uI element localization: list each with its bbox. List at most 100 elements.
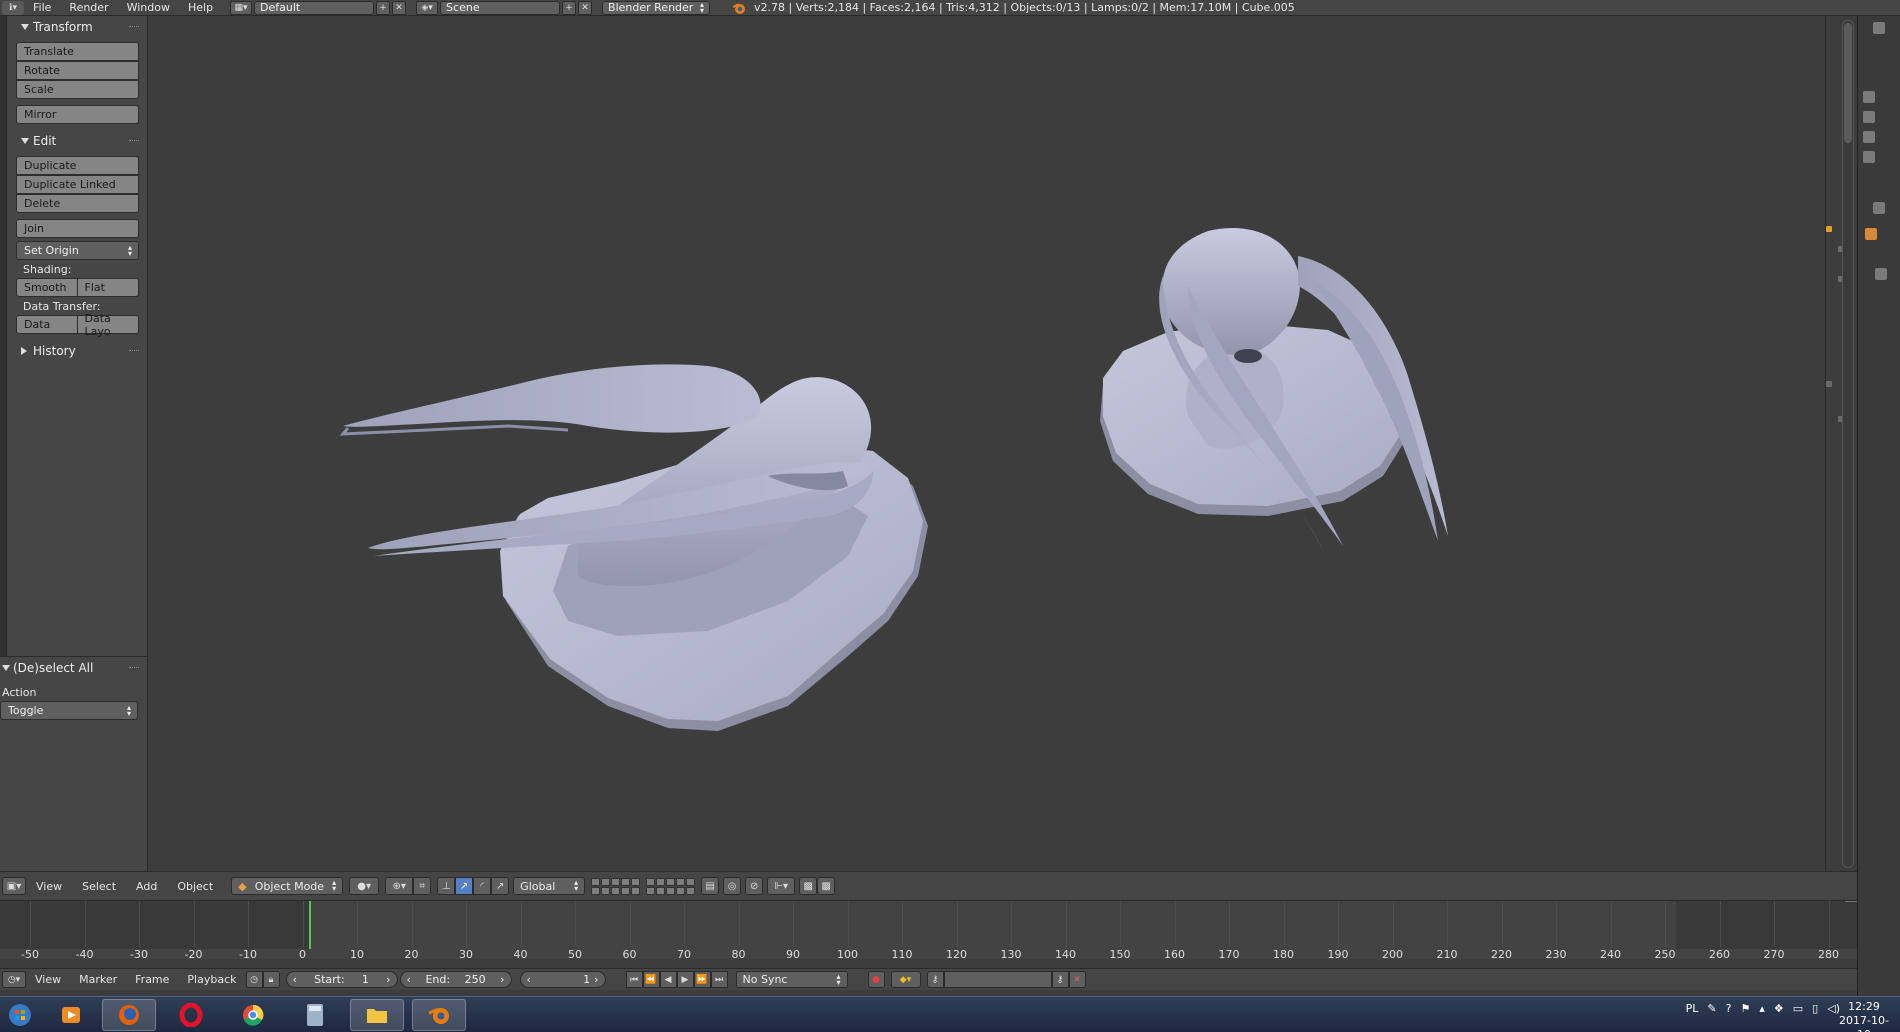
menu-view[interactable]: View xyxy=(26,880,72,893)
scene-layers-b[interactable] xyxy=(646,877,696,895)
drag-grip-icon[interactable] xyxy=(129,350,139,352)
menu-frame[interactable]: Frame xyxy=(126,973,178,986)
start-button[interactable] xyxy=(0,999,40,1031)
mesh-object-left[interactable] xyxy=(339,364,928,731)
viewport-shading-select[interactable]: ●▾ xyxy=(349,877,380,895)
taskbar-blender[interactable] xyxy=(412,999,466,1031)
sync-mode-select[interactable]: No Sync ▴ ▾ xyxy=(735,971,848,988)
add-screen-button[interactable]: + xyxy=(376,0,391,15)
delete-button[interactable]: Delete xyxy=(16,194,139,213)
operator-header[interactable]: (De)select All xyxy=(0,657,147,679)
mirror-button[interactable]: Mirror xyxy=(16,105,139,124)
editor-type-button[interactable]: ◷▾ xyxy=(2,971,26,988)
end-frame-field[interactable]: ‹ End: 250 › xyxy=(399,971,512,988)
menu-marker[interactable]: Marker xyxy=(70,973,126,986)
menu-help[interactable]: Help xyxy=(179,0,222,16)
drag-grip-icon[interactable] xyxy=(129,667,139,669)
properties-editor-icon[interactable] xyxy=(1873,202,1885,214)
translate-manipulator-toggle[interactable]: ↗ xyxy=(455,877,474,895)
play-reverse-button[interactable]: ◀ xyxy=(659,971,677,988)
viewport-scrollbar[interactable] xyxy=(1842,20,1854,868)
rotate-manipulator-toggle[interactable]: ◜ xyxy=(473,877,492,895)
rotate-button[interactable]: Rotate xyxy=(16,61,139,80)
menu-render[interactable]: Render xyxy=(60,0,117,16)
taskbar-calculator[interactable] xyxy=(288,999,342,1031)
delete-keyframe-button[interactable]: ✕ xyxy=(1068,971,1086,988)
keying-set-browse[interactable]: ⚷ xyxy=(926,971,944,988)
action-select[interactable]: Toggle ▴ ▾ xyxy=(0,701,138,720)
outliner-icon[interactable] xyxy=(1863,91,1875,103)
data-layout-button[interactable]: Data Layo xyxy=(77,312,139,338)
auto-keying-toggle[interactable]: ● xyxy=(867,971,885,988)
scrollbar-thumb[interactable] xyxy=(1844,23,1852,143)
insert-keyframe-button[interactable]: ⚷ xyxy=(1051,971,1069,988)
taskbar-chrome[interactable] xyxy=(226,999,280,1031)
opengl-animation-button[interactable]: ▩ xyxy=(817,877,836,895)
jump-end-button[interactable]: ⏭ xyxy=(710,971,728,988)
keying-mode-select[interactable]: ◆▾ xyxy=(890,971,921,988)
menu-view[interactable]: View xyxy=(26,973,70,986)
mesh-object-right[interactable] xyxy=(1100,227,1448,551)
panel-history-header[interactable]: History xyxy=(7,340,147,362)
set-origin-menu[interactable]: Set Origin ▴ ▾ xyxy=(16,241,139,260)
menu-object[interactable]: Object xyxy=(167,880,223,893)
scroll-arrows-icon[interactable] xyxy=(1875,268,1887,280)
render-engine-select[interactable]: Blender Render ▴ ▾ xyxy=(602,0,711,15)
chevron-up-icon[interactable]: ▴ xyxy=(1759,1002,1765,1015)
area-split-corner[interactable] xyxy=(1845,901,1857,913)
outliner-icon[interactable] xyxy=(1863,111,1875,123)
timeline[interactable]: -50 -40 -30 -20 -10 0 10 20 30 40 50 60 70 80 90 100 110… xyxy=(0,901,1857,961)
delete-scene-button[interactable]: ✕ xyxy=(578,0,593,15)
keying-set-field[interactable] xyxy=(943,971,1052,988)
pivot-only-locations-toggle[interactable]: ⌗ xyxy=(413,877,432,895)
display-icon[interactable]: ▯ xyxy=(1812,1002,1818,1015)
menu-select[interactable]: Select xyxy=(72,880,126,893)
join-button[interactable]: Join xyxy=(16,219,139,238)
screen-layout-field[interactable]: Default xyxy=(254,0,375,15)
panel-transform-header[interactable]: Transform xyxy=(7,16,147,38)
taskbar-explorer[interactable] xyxy=(350,999,404,1031)
manipulator-toggle[interactable]: ⊥ xyxy=(437,877,456,895)
taskbar-firefox[interactable] xyxy=(102,999,156,1031)
translate-button[interactable]: Translate xyxy=(16,42,139,61)
pivot-point-select[interactable]: ⊕▾ xyxy=(385,877,414,895)
jump-keyframe-back-button[interactable]: ⏪ xyxy=(642,971,660,988)
menu-add[interactable]: Add xyxy=(126,880,167,893)
shade-flat-button[interactable]: Flat xyxy=(77,278,139,297)
flag-icon[interactable]: ⚑ xyxy=(1740,1002,1750,1015)
screen-layout-browse[interactable]: ▦▾ xyxy=(230,0,253,15)
duplicate-button[interactable]: Duplicate xyxy=(16,156,139,175)
taskbar-media-player[interactable] xyxy=(44,999,98,1031)
editor-type-button[interactable]: ℹ▾ xyxy=(2,0,24,15)
snap-element-select[interactable]: ⊩▾ xyxy=(767,877,796,895)
menu-window[interactable]: Window xyxy=(118,0,179,16)
scene-layers-a[interactable] xyxy=(591,877,641,895)
snap-toggle[interactable]: ⊘ xyxy=(745,877,764,895)
network-icon[interactable]: ▭ xyxy=(1793,1002,1803,1015)
add-scene-button[interactable]: + xyxy=(562,0,577,15)
scale-button[interactable]: Scale xyxy=(16,80,139,99)
lock-camera-layers-toggle[interactable]: ▤ xyxy=(701,877,720,895)
toolshelf-tabs[interactable] xyxy=(0,16,7,656)
dropbox-icon[interactable]: ❖ xyxy=(1774,1002,1784,1015)
start-frame-field[interactable]: ‹ Start: 1 › xyxy=(285,971,398,988)
jump-start-button[interactable]: ⏮ xyxy=(625,971,643,988)
properties-editor-icon[interactable] xyxy=(1873,22,1885,34)
current-frame-indicator[interactable] xyxy=(309,901,311,949)
region-toggle-icon[interactable] xyxy=(1826,381,1832,387)
scale-manipulator-toggle[interactable]: ↗ xyxy=(491,877,510,895)
outliner-icon[interactable] xyxy=(1863,131,1875,143)
use-preview-range-toggle[interactable]: ◷ xyxy=(245,971,263,988)
proportional-edit-toggle[interactable]: ◎ xyxy=(723,877,742,895)
current-frame-field[interactable]: ‹ 1 › xyxy=(519,971,606,988)
play-button[interactable]: ▶ xyxy=(676,971,694,988)
data-transfer-button[interactable]: Data xyxy=(16,315,78,334)
delete-screen-button[interactable]: ✕ xyxy=(392,0,407,15)
menu-file[interactable]: File xyxy=(24,0,60,16)
jump-keyframe-forward-button[interactable]: ⏩ xyxy=(693,971,711,988)
help-icon[interactable]: ? xyxy=(1726,1002,1732,1015)
duplicate-linked-button[interactable]: Duplicate Linked xyxy=(16,175,139,194)
3d-viewport[interactable] xyxy=(148,16,1825,871)
scene-browse[interactable]: ◈▾ xyxy=(416,0,439,15)
interaction-mode-select[interactable]: ◆ Object Mode ▴ ▾ xyxy=(231,877,344,895)
